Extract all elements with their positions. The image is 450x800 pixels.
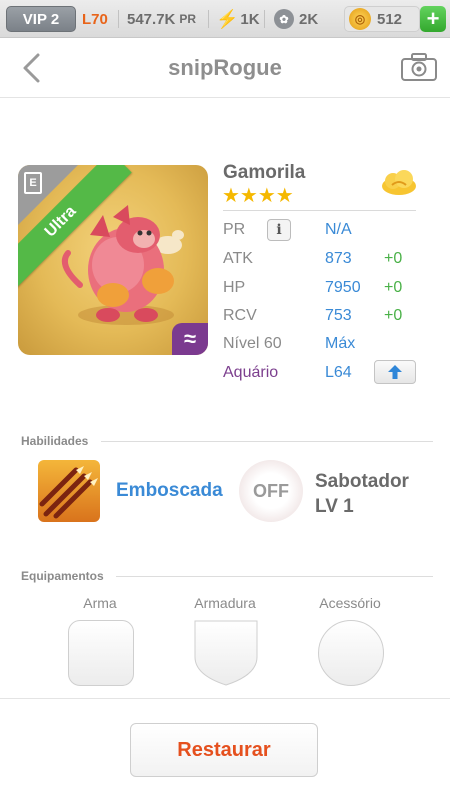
status-bar: VIP 2 L70 547.7K PR ⚡ 1K ✿ 2K ◎ 512 +: [0, 0, 450, 38]
paw-counter[interactable]: ✿ 2K: [274, 6, 318, 32]
abilities-divider: [101, 441, 433, 442]
player-level: L70: [82, 10, 108, 28]
stat-bonus: +0: [384, 307, 403, 324]
team-power: 547.7K PR: [127, 6, 196, 32]
add-coins-button[interactable]: +: [420, 6, 446, 32]
stat-value: L64: [325, 364, 352, 381]
water-element-icon: ≈: [172, 323, 208, 355]
cloud-icon[interactable]: [380, 170, 418, 196]
stat-value: 753: [325, 307, 352, 324]
passive-skill-off[interactable]: OFF: [239, 460, 303, 522]
star-rating: ★★★★: [222, 185, 294, 207]
stat-row-atk: ATK 873 +0: [223, 250, 418, 272]
armor-label: Armadura: [194, 595, 256, 611]
stat-label: RCV: [223, 307, 257, 324]
vip-badge[interactable]: VIP 2: [6, 6, 76, 32]
stat-row-aquario: Aquário L64: [223, 360, 418, 386]
weapon-slot[interactable]: [68, 620, 134, 686]
paw-value: 2K: [299, 10, 319, 28]
nav-bar: snipRogue: [0, 38, 450, 98]
arrow-up-icon: [388, 365, 402, 379]
stat-label: HP: [223, 279, 246, 296]
skill-icon[interactable]: [38, 460, 100, 522]
passive-skill-level: LV 1: [315, 496, 354, 517]
accessory-label: Acessório: [319, 595, 381, 611]
energy-counter[interactable]: ⚡ 1K: [216, 6, 260, 32]
stat-label: ATK: [223, 250, 253, 267]
page-title: snipRogue: [168, 55, 282, 80]
stat-value: Máx: [325, 335, 356, 352]
divider: [208, 10, 209, 28]
document-icon: E: [24, 172, 42, 194]
skill-name[interactable]: Emboscada: [116, 480, 223, 502]
coin-counter[interactable]: ◎ 512: [344, 6, 420, 32]
stat-row-rcv: RCV 753 +0: [223, 307, 418, 329]
stats-divider: [223, 210, 416, 211]
footer-bar: Restaurar: [0, 698, 450, 800]
energy-value: 1K: [240, 10, 260, 28]
weapon-label: Arma: [83, 595, 117, 611]
monster-name: Gamorila: [223, 162, 306, 183]
accessory-slot[interactable]: [318, 620, 384, 686]
stat-value: 7950: [325, 279, 361, 296]
stat-value: N/A: [325, 221, 352, 238]
stat-bonus: +0: [384, 250, 403, 267]
team-power-value: 547.7K: [127, 10, 176, 28]
passive-skill-name: Sabotador LV 1: [315, 469, 409, 519]
stat-value: 873: [325, 250, 352, 267]
equipment-header: Equipamentos: [21, 569, 104, 583]
upgrade-button[interactable]: [374, 360, 416, 384]
coin-icon: ◎: [349, 8, 371, 30]
monster-portrait[interactable]: E Ultra ≈: [18, 165, 208, 355]
armor-slot[interactable]: [193, 619, 259, 687]
stat-row-hp: HP 7950 +0: [223, 279, 418, 301]
stat-label: Nível 60: [223, 335, 282, 352]
divider: [118, 10, 119, 28]
stat-label: PR: [223, 221, 246, 238]
restore-button[interactable]: Restaurar: [130, 723, 318, 777]
team-power-unit: PR: [179, 12, 197, 26]
passive-skill-title: Sabotador: [315, 471, 409, 492]
stat-row-pr: PR i N/A: [223, 219, 418, 243]
paw-icon: ✿: [274, 9, 294, 29]
stat-row-level: Nível 60 Máx: [223, 335, 418, 357]
coin-value: 512: [377, 10, 403, 28]
off-label: OFF: [253, 480, 289, 501]
abilities-header: Habilidades: [21, 434, 89, 448]
stat-label: Aquário: [223, 364, 279, 381]
lightning-icon: ⚡: [216, 8, 239, 29]
info-icon[interactable]: i: [267, 219, 291, 241]
stat-bonus: +0: [384, 279, 403, 296]
arrows-icon: [39, 466, 98, 519]
camera-icon[interactable]: [400, 52, 438, 82]
divider: [264, 10, 265, 28]
equipment-divider: [116, 576, 433, 577]
